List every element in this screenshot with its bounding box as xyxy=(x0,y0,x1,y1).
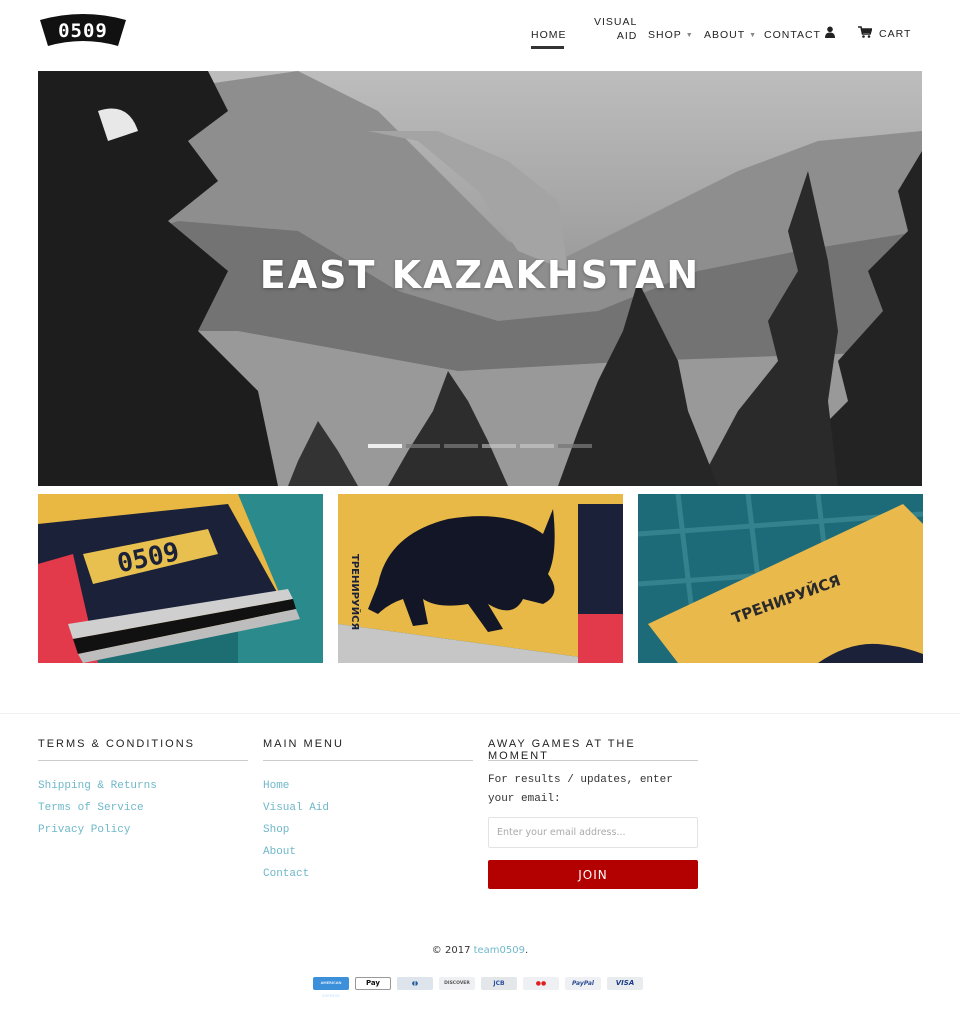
nav-contact[interactable]: CONTACT xyxy=(764,29,821,41)
footer-divider xyxy=(0,713,960,714)
user-icon[interactable] xyxy=(824,26,836,38)
footer-link-contact[interactable]: Contact xyxy=(263,863,473,885)
footer-terms: TERMS & CONDITIONS Shipping & Returns Te… xyxy=(38,738,248,841)
nav-about[interactable]: ABOUT ▼ xyxy=(704,29,757,41)
amex-icon: AMERICAN EXPRESS xyxy=(313,977,349,998)
copyright-prefix: © 2017 xyxy=(431,945,474,956)
product-tile[interactable]: ТРЕНИРУЙСЯ xyxy=(338,494,623,663)
chevron-down-icon: ▼ xyxy=(685,32,694,39)
slide-dot[interactable] xyxy=(368,444,402,448)
payment-icons: AMERICAN EXPRESS Pay ◖◗ DISCOVER JCB ●● … xyxy=(313,977,643,998)
footer-link-shipping[interactable]: Shipping & Returns xyxy=(38,775,248,797)
active-nav-indicator xyxy=(531,46,564,49)
copyright: © 2017 team0509. xyxy=(0,945,960,956)
slide-dot[interactable] xyxy=(444,444,478,448)
footer-main-menu: MAIN MENU Home Visual Aid Shop About Con… xyxy=(263,738,473,885)
product-printed-text: ТРЕНИРУЙСЯ xyxy=(349,554,362,630)
product-image: ТРЕНИРУЙСЯ xyxy=(638,494,923,663)
footer-link-terms[interactable]: Terms of Service xyxy=(38,797,248,819)
site-header: 0509 HOME VISUAL AID SHOP ▼ ABOUT ▼ CONTAC… xyxy=(0,0,960,70)
diners-club-icon: ◖◗ xyxy=(397,977,433,990)
join-button[interactable]: JOIN xyxy=(488,860,698,889)
nav-visual-aid-line1: VISUAL xyxy=(594,16,638,28)
copyright-suffix: . xyxy=(525,945,529,956)
visa-icon: VISA xyxy=(607,977,643,990)
footer-terms-heading: TERMS & CONDITIONS xyxy=(38,738,248,761)
slide-dot[interactable] xyxy=(482,444,516,448)
copyright-link[interactable]: team0509 xyxy=(474,945,525,956)
hero-title: EAST KAZAKHSTAN xyxy=(259,253,701,297)
footer-link-privacy[interactable]: Privacy Policy xyxy=(38,819,248,841)
slide-dot[interactable] xyxy=(406,444,440,448)
newsletter-description: For results / updates, enter your email: xyxy=(488,774,673,805)
discover-icon: DISCOVER xyxy=(439,977,475,990)
footer-newsletter: AWAY GAMES AT THE MOMENT For results / u… xyxy=(488,738,698,889)
product-tile[interactable]: 0509 xyxy=(38,494,323,663)
slide-dot[interactable] xyxy=(520,444,554,448)
product-tile[interactable]: ТРЕНИРУЙСЯ xyxy=(638,494,923,663)
paypal-icon: PayPal xyxy=(565,977,601,990)
footer-link-shop[interactable]: Shop xyxy=(263,819,473,841)
nav-visual-aid[interactable]: VISUAL AID xyxy=(594,15,637,43)
footer-menu-heading: MAIN MENU xyxy=(263,738,473,761)
email-input[interactable] xyxy=(488,817,698,848)
mastercard-icon: ●● xyxy=(523,977,559,990)
product-image: 0509 xyxy=(38,494,323,663)
apple-pay-icon: Pay xyxy=(355,977,391,990)
main-nav: HOME VISUAL AID SHOP ▼ ABOUT ▼ CONTACT CAR… xyxy=(0,0,960,70)
newsletter-heading: AWAY GAMES AT THE MOMENT xyxy=(488,738,698,762)
footer-link-visual-aid[interactable]: Visual Aid xyxy=(263,797,473,819)
hero-slideshow[interactable]: EAST KAZAKHSTAN xyxy=(38,71,922,486)
cart-icon[interactable] xyxy=(858,26,872,38)
chevron-down-icon: ▼ xyxy=(749,32,758,39)
nav-shop-label: SHOP xyxy=(648,29,682,41)
nav-shop[interactable]: SHOP ▼ xyxy=(648,29,694,41)
jcb-icon: JCB xyxy=(481,977,517,990)
nav-visual-aid-line2: AID xyxy=(616,30,638,42)
nav-about-label: ABOUT xyxy=(704,29,746,41)
footer-link-about[interactable]: About xyxy=(263,841,473,863)
slide-dot[interactable] xyxy=(558,444,592,448)
nav-cart[interactable]: CART xyxy=(879,28,911,40)
footer-link-home[interactable]: Home xyxy=(263,775,473,797)
nav-home[interactable]: HOME xyxy=(531,29,567,41)
product-image: ТРЕНИРУЙСЯ xyxy=(338,494,623,663)
